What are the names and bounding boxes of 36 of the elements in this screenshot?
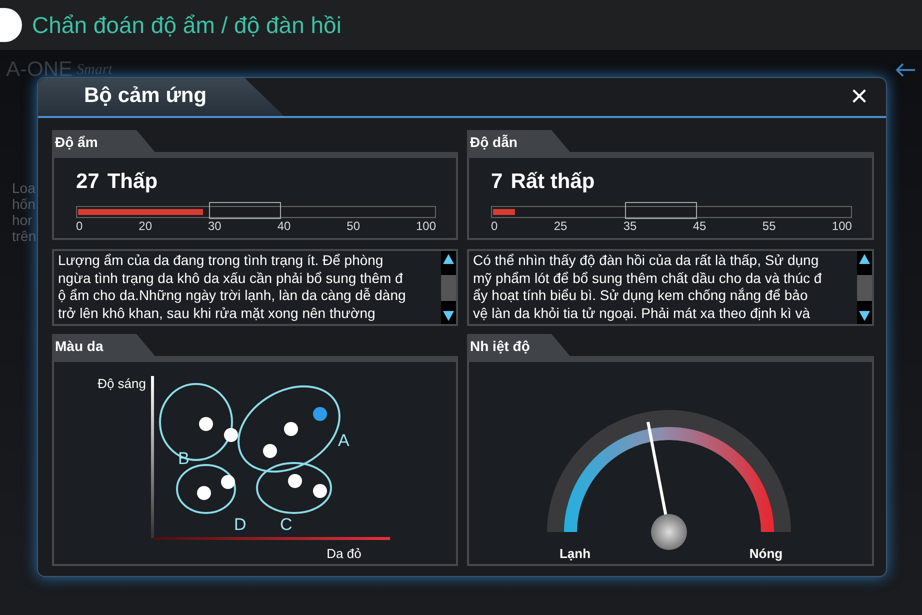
group-label: A [338,431,350,450]
gauge-label: Nóng [749,546,783,561]
tick-label: 25 [554,219,568,233]
background-text: hốn [12,196,36,212]
panel-title: Độ ẩm [52,130,155,152]
description-text: Có thể nhìn thấy độ đàn hồi của da rất là thấp, Sử dụng mỹ phẩm lót để bổ sung thêm chất dầu cho da và thúc đ ẩy hoạt tính biểu bì. Sử dụng kem chống nắng để bảo vệ làn da khỏi tia tử ngoại. Phải mát xa theo định kì và [472,251,823,323]
gauge-label: Lạnh [559,546,591,561]
group-label: D [234,515,246,534]
description-text: Lượng ẩm của da đang trong tình trạng ít. Để phòng ngừa tình trạng da khô da xấu cần phải bổ sung thêm đ ộ ẩm cho da.Những ngày trời lạnh, làn da càng dễ dàng trở lên khô khan, sau khi rửa mặt xong nên thường [57,251,407,323]
panel-title: Độ dẫn [467,130,570,152]
tick-label: 55 [762,219,776,233]
axis-label: Da đỏ [326,546,362,561]
close-button[interactable]: × [846,82,872,112]
tick-label: 30 [208,219,222,233]
reading-rating: Rất thấp [510,170,595,194]
dialog-title: Bộ cảm ứng [38,78,284,116]
page-title: Chẩn đoán độ ẩm / độ đàn hồi [32,12,342,38]
tick-label: 50 [346,219,360,233]
tick-label: 0 [76,219,83,233]
tick-label: 0 [491,219,498,233]
reading-value: 27 [76,170,100,194]
tick-label: 35 [623,219,637,233]
tick-label: 100 [416,219,436,233]
reading-value: 7 [491,170,503,194]
axis-label: Độ sáng [98,376,146,391]
reading-rating: Thấp [107,170,158,194]
group-label: C [280,515,292,534]
tick-label: 45 [692,219,706,233]
panel-title: Nh iệt độ [467,334,570,356]
background-text: hor [12,212,34,228]
background-text: trên [12,228,38,244]
tick-label: 100 [832,219,852,233]
tick-label: 20 [138,219,152,233]
tick-label: 40 [277,219,291,233]
panel-title: Màu da [52,334,155,356]
background-text: Loa [12,180,36,196]
